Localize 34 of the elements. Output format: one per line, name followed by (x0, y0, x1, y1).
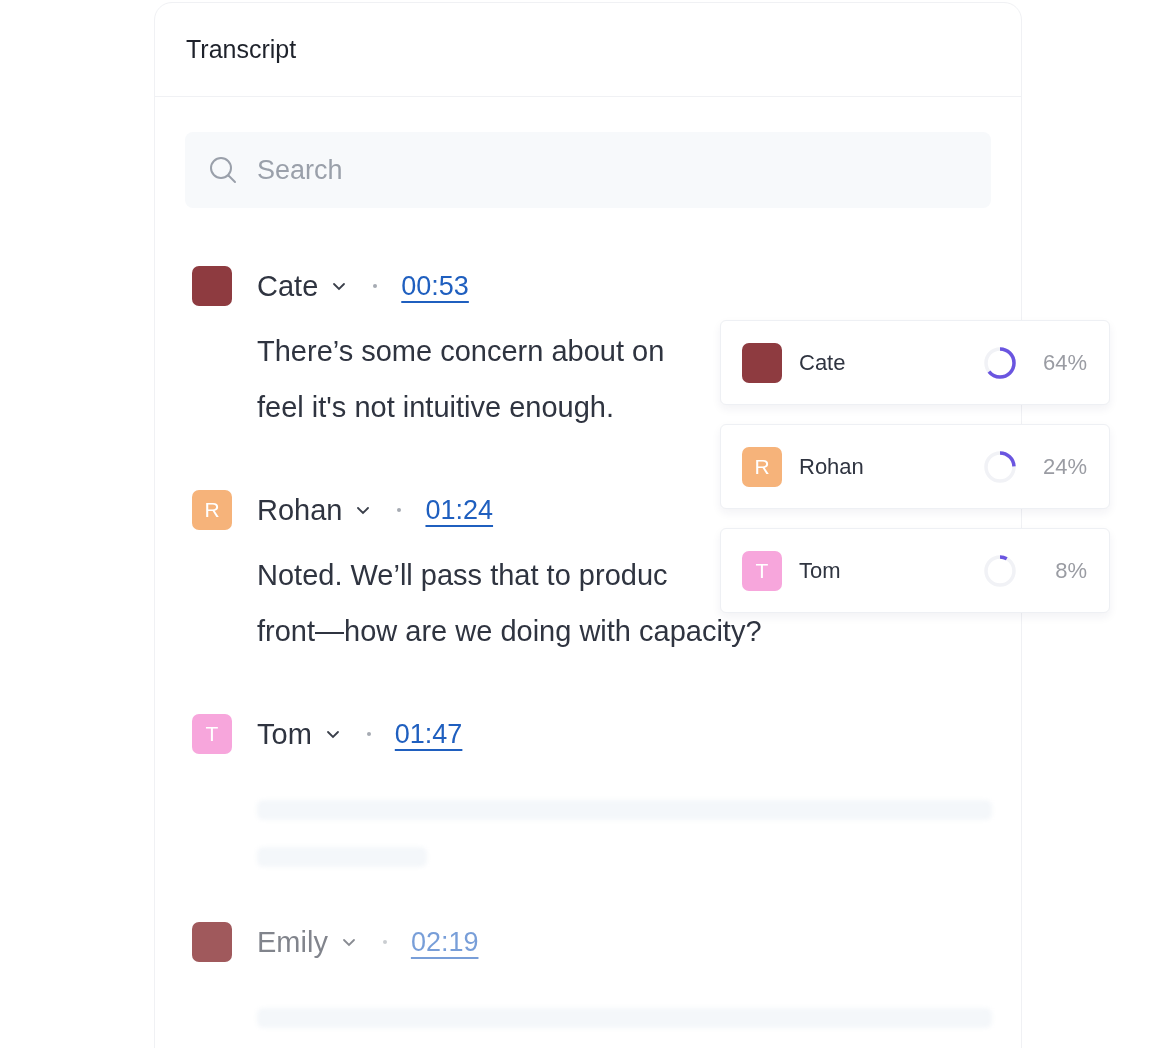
progress-ring (983, 553, 1017, 588)
separator-dot (397, 508, 402, 512)
percentage: 8% (1054, 557, 1087, 584)
speaker-name: Cate (257, 269, 319, 303)
avatar: R (742, 446, 782, 487)
avatar: T (192, 714, 232, 754)
panel-title: Transcript (186, 35, 297, 64)
timestamp-link[interactable]: 01:47 (394, 718, 463, 750)
search-icon (209, 156, 237, 184)
timestamp-link[interactable]: 01:24 (425, 494, 494, 526)
speaker-name: Tom (257, 717, 312, 751)
percentage: 24% (1041, 453, 1087, 480)
search-field[interactable]: Search (185, 132, 991, 208)
transcript-text: Noted. We’ll pass that to produc (257, 558, 668, 593)
transcript-text: feel it's not intuitive enough. (257, 390, 614, 425)
avatar: R (192, 490, 232, 530)
timestamp-link[interactable]: 00:53 (401, 270, 469, 302)
speaker-name: Rohan (799, 453, 864, 480)
transcript-text: There’s some concern about on (257, 334, 665, 369)
progress-ring (983, 449, 1017, 484)
separator-dot (373, 284, 378, 288)
speaker-name: Cate (799, 349, 846, 376)
percentage: 64% (1041, 349, 1087, 376)
transcript-text: front—how are we doing with capacity? (257, 614, 762, 649)
separator-dot (382, 940, 387, 944)
chevron-down-icon[interactable] (325, 729, 340, 739)
avatar: T (742, 550, 782, 591)
speaker-name: Emily (257, 925, 328, 959)
chevron-down-icon[interactable] (356, 505, 371, 515)
progress-ring (983, 345, 1017, 380)
speaker-name: Rohan (257, 493, 343, 527)
separator-dot (366, 732, 371, 736)
speaker-name: Tom (799, 557, 841, 584)
chevron-down-icon[interactable] (332, 281, 347, 291)
